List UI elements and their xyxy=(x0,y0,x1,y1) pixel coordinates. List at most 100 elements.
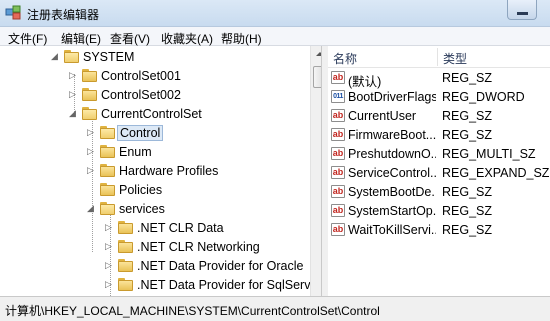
tree-item-system[interactable]: ◢ SYSTEM xyxy=(5,48,305,67)
tree-vertical-scrollbar[interactable] xyxy=(310,46,321,296)
value-name: PreshutdownO... xyxy=(348,147,436,161)
string-value-icon: ab xyxy=(331,71,345,84)
value-name: ServiceControl... xyxy=(348,166,436,180)
expand-icon[interactable]: ▷ xyxy=(87,166,96,175)
tree-item-policies[interactable]: Policies xyxy=(5,181,305,200)
tree-item-services[interactable]: ◢ services xyxy=(5,200,305,219)
value-type: REG_SZ xyxy=(442,71,493,85)
value-name: CurrentUser xyxy=(348,109,417,123)
expand-icon[interactable]: ▷ xyxy=(105,280,114,289)
tree-item-net-data-provider-sqlserver[interactable]: ▷ .NET Data Provider for SqlServer xyxy=(5,276,321,295)
tree-item-net-clr-networking[interactable]: ▷ .NET CLR Networking xyxy=(5,238,305,257)
value-type: REG_SZ xyxy=(442,128,493,142)
folder-icon xyxy=(100,145,116,159)
collapse-icon[interactable]: ◢ xyxy=(87,204,96,213)
tree-item-label: .NET CLR Networking xyxy=(137,240,260,254)
values-list[interactable]: 名称 类型 ab (默认) REG_SZ 011 BootDriverFlags… xyxy=(328,46,550,296)
list-item[interactable]: ab SystemBootDe... REG_SZ xyxy=(328,183,550,202)
list-item[interactable]: ab WaitToKillServi... REG_SZ xyxy=(328,221,550,240)
tree-item-label: Enum xyxy=(119,145,152,159)
value-name: FirmwareBoot... xyxy=(348,128,436,142)
string-value-icon: ab xyxy=(331,223,345,236)
menu-edit[interactable]: 编辑(E) xyxy=(61,30,101,47)
expand-icon[interactable]: ▷ xyxy=(69,90,78,99)
folder-icon xyxy=(118,240,134,254)
minimize-icon xyxy=(517,12,528,15)
string-value-icon: ab xyxy=(331,185,345,198)
binary-value-icon: 011 xyxy=(331,90,345,103)
current-key-path: 计算机\HKEY_LOCAL_MACHINE\SYSTEM\CurrentCon… xyxy=(5,304,380,318)
value-name: SystemBootDe... xyxy=(348,185,436,199)
minimize-button[interactable] xyxy=(507,0,537,20)
tree-item-label: .NET CLR Data xyxy=(137,221,224,235)
tree-item-label: SYSTEM xyxy=(83,50,135,64)
list-item[interactable]: ab SystemStartOp... REG_SZ xyxy=(328,202,550,221)
tree-item-controlset001[interactable]: ▷ ControlSet001 xyxy=(5,67,305,86)
expand-icon[interactable]: ▷ xyxy=(87,128,96,137)
folder-icon xyxy=(82,69,98,83)
tree-item-enum[interactable]: ▷ Enum xyxy=(5,143,305,162)
tree-item-label: Hardware Profiles xyxy=(119,164,219,178)
tree-item-label: Control xyxy=(117,125,164,141)
key-tree[interactable]: ◢ SYSTEM ▷ ControlSet001 ▷ ControlSet002… xyxy=(5,46,322,296)
tree-item-control[interactable]: ▷ Control xyxy=(5,124,305,143)
string-value-icon: ab xyxy=(331,166,345,179)
tree-item-label: ControlSet002 xyxy=(101,88,181,102)
string-value-icon: ab xyxy=(331,147,345,160)
folder-icon xyxy=(118,221,134,235)
menu-help[interactable]: 帮助(H) xyxy=(221,30,262,47)
expand-icon[interactable]: ▷ xyxy=(105,223,114,232)
column-separator[interactable] xyxy=(437,48,438,66)
value-name: WaitToKillServi... xyxy=(348,223,436,237)
folder-open-icon xyxy=(100,202,116,216)
list-item[interactable]: 011 BootDriverFlags REG_DWORD xyxy=(328,88,550,107)
tree-item-hardware-profiles[interactable]: ▷ Hardware Profiles xyxy=(5,162,305,181)
value-type: REG_SZ xyxy=(442,109,493,123)
folder-icon xyxy=(118,278,134,292)
list-item[interactable]: ab CurrentUser REG_SZ xyxy=(328,107,550,126)
column-name-header[interactable]: 名称 xyxy=(333,50,357,67)
expand-icon[interactable]: ▷ xyxy=(105,261,114,270)
tree-item-currentcontrolset[interactable]: ◢ CurrentControlSet xyxy=(5,105,305,124)
folder-icon xyxy=(100,183,116,197)
list-item[interactable]: ab PreshutdownO... REG_MULTI_SZ xyxy=(328,145,550,164)
expand-icon[interactable]: ▷ xyxy=(87,147,96,156)
tree-item-label: .NET Data Provider for SqlServer xyxy=(137,278,322,292)
tree-item-controlset002[interactable]: ▷ ControlSet002 xyxy=(5,86,305,105)
scrollbar-thumb[interactable] xyxy=(313,66,321,88)
collapse-icon[interactable]: ◢ xyxy=(51,52,60,61)
expand-icon[interactable]: ▷ xyxy=(69,71,78,80)
tree-item-label: Policies xyxy=(119,183,163,197)
string-value-icon: ab xyxy=(331,128,345,141)
value-type: REG_EXPAND_SZ xyxy=(442,166,550,180)
folder-icon xyxy=(82,88,98,102)
value-type: REG_MULTI_SZ xyxy=(442,147,536,161)
column-type-header[interactable]: 类型 xyxy=(443,50,467,67)
folder-open-icon xyxy=(100,126,116,140)
tree-item-label: services xyxy=(119,202,165,216)
value-name: SystemStartOp... xyxy=(348,204,436,218)
tree-item-label: CurrentControlSet xyxy=(101,107,202,121)
value-type: REG_SZ xyxy=(442,223,493,237)
collapse-icon[interactable]: ◢ xyxy=(69,109,78,118)
tree-item-net-data-provider-oracle[interactable]: ▷ .NET Data Provider for Oracle xyxy=(5,257,305,276)
tree-item-net-clr-data[interactable]: ▷ .NET CLR Data xyxy=(5,219,305,238)
value-name: BootDriverFlags xyxy=(348,90,436,104)
tree-item-label: ControlSet001 xyxy=(101,69,181,83)
menu-favorites[interactable]: 收藏夹(A) xyxy=(161,30,213,47)
list-header: 名称 类型 xyxy=(328,46,550,68)
list-item[interactable]: ab (默认) REG_SZ xyxy=(328,69,550,89)
expand-icon[interactable]: ▷ xyxy=(105,242,114,251)
string-value-icon: ab xyxy=(331,109,345,122)
menu-file[interactable]: 文件(F) xyxy=(8,30,47,47)
status-bar: 计算机\HKEY_LOCAL_MACHINE\SYSTEM\CurrentCon… xyxy=(0,296,550,321)
folder-open-icon xyxy=(82,107,98,121)
tree-item-label: .NET Data Provider for Oracle xyxy=(137,259,304,273)
menu-bar: 文件(F) 编辑(E) 查看(V) 收藏夹(A) 帮助(H) xyxy=(0,27,550,46)
folder-icon xyxy=(118,259,134,273)
string-value-icon: ab xyxy=(331,204,345,217)
folder-icon xyxy=(100,164,116,178)
list-item[interactable]: ab ServiceControl... REG_EXPAND_SZ xyxy=(328,164,550,183)
list-item[interactable]: ab FirmwareBoot... REG_SZ xyxy=(328,126,550,145)
menu-view[interactable]: 查看(V) xyxy=(110,30,150,47)
